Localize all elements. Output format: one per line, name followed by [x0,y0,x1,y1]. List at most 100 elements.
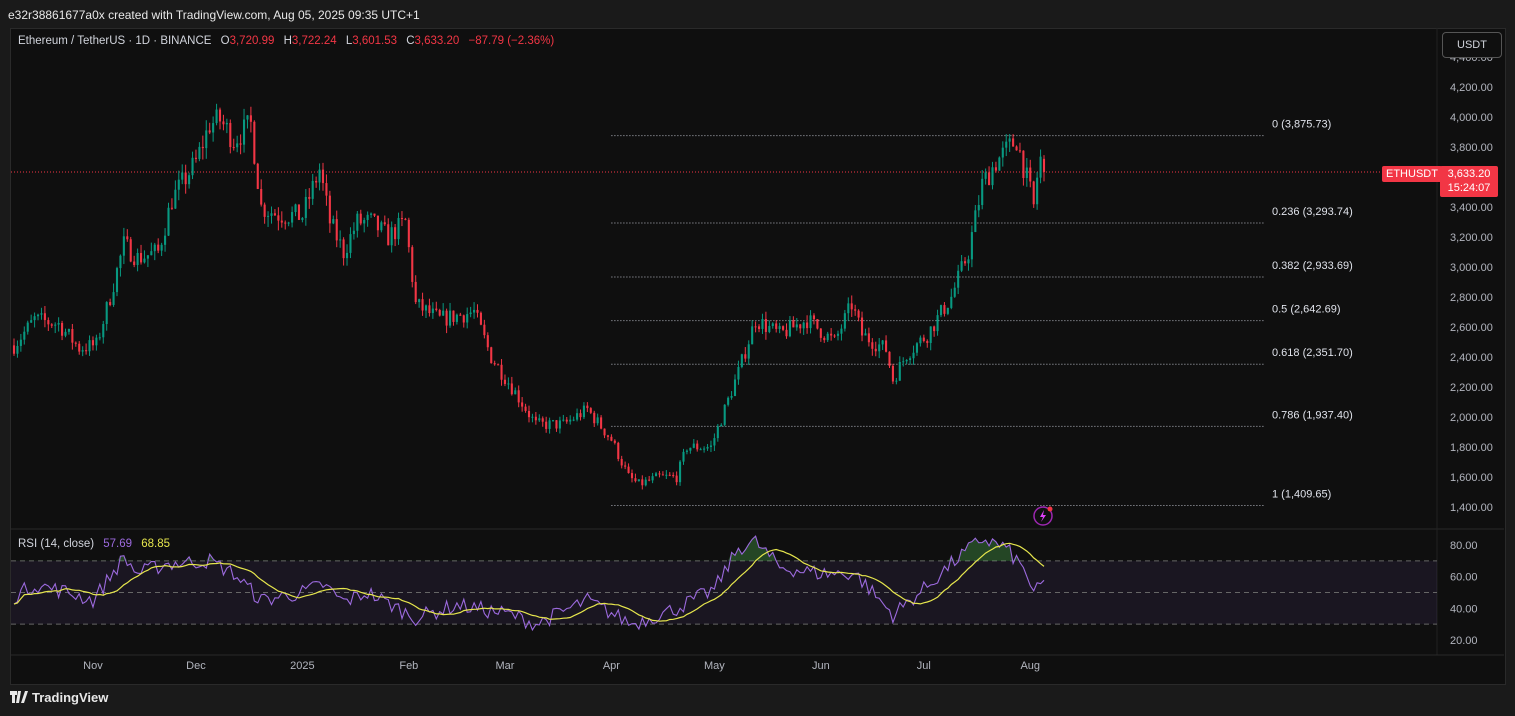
candle-body[interactable] [946,307,949,314]
candle-body[interactable] [957,270,960,288]
candle-body[interactable] [170,207,173,209]
candle-body[interactable] [115,268,119,293]
candle-body[interactable] [915,343,919,353]
candle-body[interactable] [963,261,967,264]
candle-body[interactable] [67,328,70,332]
candle-body[interactable] [448,310,452,326]
candle-body[interactable] [486,335,489,348]
candle-body[interactable] [143,258,146,263]
candle-body[interactable] [215,109,218,124]
candle-body[interactable] [668,474,671,476]
candle-body[interactable] [692,443,695,448]
candle-body[interactable] [737,366,740,380]
candle-body[interactable] [775,323,778,329]
candle-body[interactable] [414,281,417,303]
candle-body[interactable] [445,310,448,326]
candle-body[interactable] [806,322,809,329]
candle-body[interactable] [164,235,167,245]
candle-body[interactable] [95,337,98,346]
candle-body[interactable] [174,189,177,209]
candle-body[interactable] [146,255,149,259]
candle-body[interactable] [1001,147,1004,158]
candle-body[interactable] [428,305,431,314]
candle-body[interactable] [593,412,596,424]
candle-body[interactable] [630,473,634,479]
candle-body[interactable] [301,217,304,220]
candle-body[interactable] [19,339,22,346]
candle-body[interactable] [644,479,647,486]
candle-body[interactable] [383,222,386,225]
candle-body[interactable] [459,314,462,316]
candle-body[interactable] [407,219,410,248]
candle-body[interactable] [723,404,726,425]
candle-body[interactable] [356,213,359,231]
candle-body[interactable] [160,244,163,251]
candle-body[interactable] [610,436,613,441]
candle-body[interactable] [579,413,582,418]
candle-body[interactable] [263,204,266,217]
candle-body[interactable] [345,252,349,259]
candle-body[interactable] [613,440,616,443]
candle-body[interactable] [998,157,1001,171]
candle-body[interactable] [840,328,843,334]
candle-body[interactable] [184,172,187,185]
candle-body[interactable] [232,147,235,149]
candle-body[interactable] [871,342,874,349]
candle-body[interactable] [1012,138,1015,147]
candle-body[interactable] [466,314,469,323]
candle-body[interactable] [641,479,644,486]
symbol-title[interactable]: Ethereum / TetherUS · 1D · BINANCE [18,35,211,47]
candle-body[interactable] [854,309,857,311]
candle-body[interactable] [792,320,795,328]
candle-body[interactable] [596,417,599,424]
candle-body[interactable] [1018,150,1022,152]
candle-body[interactable] [222,121,225,125]
candle-body[interactable] [1036,177,1039,205]
candle-body[interactable] [284,222,287,224]
candle-body[interactable] [256,163,259,189]
candle-body[interactable] [291,212,294,223]
candle-body[interactable] [205,130,208,149]
candle-body[interactable] [112,292,115,305]
candle-body[interactable] [418,299,421,303]
candle-body[interactable] [565,419,568,422]
candle-body[interactable] [782,326,785,330]
candle-body[interactable] [30,320,33,323]
candle-body[interactable] [654,473,658,477]
candle-body[interactable] [435,308,438,311]
candle-body[interactable] [538,418,541,421]
candle-body[interactable] [64,331,67,336]
candle-body[interactable] [473,309,476,313]
candle-body[interactable] [225,122,228,125]
candle-body[interactable] [926,341,929,343]
candle-body[interactable] [40,313,43,315]
candle-body[interactable] [881,340,884,345]
candle-body[interactable] [586,405,589,409]
candle-body[interactable] [1032,181,1035,205]
candle-body[interactable] [304,196,307,218]
candle-body[interactable] [929,326,932,343]
candle-body[interactable] [404,218,407,220]
candle-body[interactable] [637,479,640,482]
candle-body[interactable] [497,364,500,366]
candle-body[interactable] [1025,167,1028,178]
candle-body[interactable] [61,322,64,336]
candle-body[interactable] [888,351,891,366]
candle-body[interactable] [727,397,730,405]
candle-body[interactable] [936,315,939,332]
candle-body[interactable] [81,350,84,352]
candle-body[interactable] [153,244,156,252]
candle-body[interactable] [757,326,761,329]
candle-body[interactable] [836,333,840,336]
candle-body[interactable] [905,359,908,362]
candle-body[interactable] [744,354,747,359]
candle-body[interactable] [273,213,276,216]
candle-body[interactable] [54,324,57,326]
candle-body[interactable] [339,239,342,241]
candle-body[interactable] [555,420,558,429]
candle-body[interactable] [912,352,915,359]
candle-body[interactable] [1015,146,1018,151]
candle-body[interactable] [280,220,283,223]
candle-body[interactable] [335,219,338,241]
candle-body[interactable] [33,316,36,321]
